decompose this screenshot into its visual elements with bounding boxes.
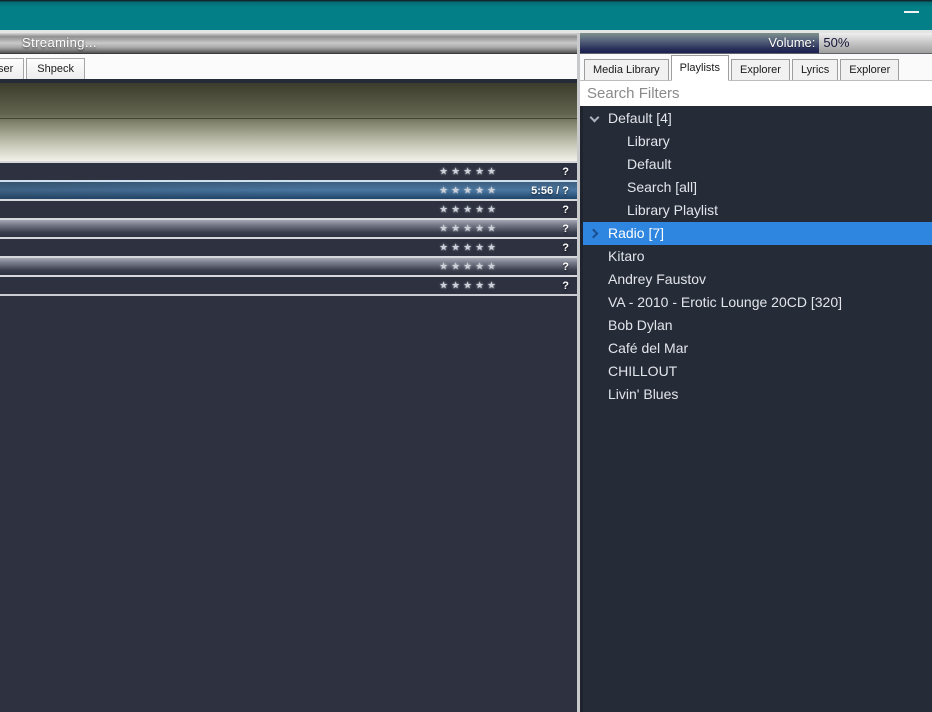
duration-label: ?: [562, 241, 569, 254]
star-rating[interactable]: ★★★★★: [439, 204, 499, 215]
minimize-icon[interactable]: [904, 11, 919, 13]
tree-item[interactable]: Default: [583, 153, 932, 176]
tree-item[interactable]: Bob Dylan: [583, 314, 932, 337]
tree-item[interactable]: Default [4]: [583, 107, 932, 130]
star-rating[interactable]: ★★★★★: [439, 223, 499, 234]
streaming-status-bar[interactable]: Streaming...: [0, 33, 577, 54]
star-rating[interactable]: ★★★★★: [439, 185, 499, 196]
tab-label: Media Library: [593, 64, 660, 76]
duration-label: ?: [562, 260, 569, 273]
tree-item[interactable]: Kitaro: [583, 245, 932, 268]
tree-item[interactable]: Library Playlist: [583, 199, 932, 222]
right-panel-tab[interactable]: Lyrics: [791, 59, 839, 80]
tree-item[interactable]: Library: [583, 130, 932, 153]
tab-label: Playlists: [679, 62, 720, 74]
playlist-group-header: [0, 83, 577, 161]
volume-slider[interactable]: Volume: 50%: [580, 33, 932, 54]
volume-label: Volume:: [768, 35, 816, 50]
tab-label: Explorer: [739, 64, 781, 76]
volume-value: 50%: [823, 35, 850, 50]
tab-label: ser: [0, 63, 14, 75]
tree-item-label: Radio [7]: [608, 225, 665, 241]
tree-item[interactable]: Search [all]: [583, 176, 932, 199]
tab-label: Explorer: [849, 64, 891, 76]
tree-item-label: Library Playlist: [627, 202, 719, 218]
playlist-row[interactable]: ★★★★★ ?: [0, 218, 577, 237]
star-rating[interactable]: ★★★★★: [439, 242, 499, 253]
playlist-row[interactable]: ★★★★★ ?: [0, 275, 577, 294]
tree-item[interactable]: Livin' Blues: [583, 383, 932, 406]
playlist-row[interactable]: ★★★★★ ?: [0, 256, 577, 275]
right-panel-tab[interactable]: Playlists: [670, 55, 729, 81]
group-header-divider: [0, 118, 577, 119]
tree-item-label: Andrey Faustov: [608, 271, 707, 287]
left-panel: Streaming... ser Shpeck ★★★★★ ? ★★★★★ 5:…: [0, 33, 577, 712]
tree-item[interactable]: Radio [7]: [583, 222, 932, 245]
playlist-row[interactable]: ★★★★★ ?: [0, 237, 577, 256]
tree-item[interactable]: CHILLOUT: [583, 360, 932, 383]
right-tab-bar: Media Library Playlists Explorer Lyrics …: [580, 54, 932, 81]
duration-label: ?: [562, 203, 569, 216]
streaming-status-text: Streaming...: [22, 35, 97, 50]
tree-item-label: Kitaro: [608, 248, 645, 264]
star-rating[interactable]: ★★★★★: [439, 166, 499, 177]
chevron-down-icon[interactable]: [589, 112, 600, 123]
star-rating[interactable]: ★★★★★: [439, 280, 499, 291]
playlist-rows: ★★★★★ ? ★★★★★ 5:56 / ? ★★★★★ ? ★★★★★ ? ★…: [0, 161, 577, 294]
tree-item[interactable]: Andrey Faustov: [583, 268, 932, 291]
left-panel-tab[interactable]: Shpeck: [26, 58, 85, 79]
playlist-row[interactable]: ★★★★★ ?: [0, 199, 577, 218]
left-tab-bar: ser Shpeck: [0, 54, 577, 83]
tree-item[interactable]: Café del Mar: [583, 337, 932, 360]
chevron-right-icon[interactable]: [588, 228, 599, 239]
right-panel-tab[interactable]: Explorer: [840, 59, 900, 80]
tree-item-label: Library: [627, 133, 670, 149]
tree-item[interactable]: VA - 2010 - Erotic Lounge 20CD [320]: [583, 291, 932, 314]
duration-label: ?: [562, 165, 569, 178]
tree-item-label: Default: [627, 156, 672, 172]
playlist-row[interactable]: ★★★★★ 5:56 / ?: [0, 180, 577, 199]
duration-label: 5:56 / ?: [531, 184, 569, 197]
tree-item-label: CHILLOUT: [608, 363, 678, 379]
right-panel-tab[interactable]: Media Library: [584, 59, 669, 80]
tree-item-label: Livin' Blues: [608, 386, 679, 402]
search-filters-row: [580, 81, 932, 106]
right-panel: Volume: 50% Media Library Playlists Expl…: [580, 33, 932, 712]
star-rating[interactable]: ★★★★★: [439, 261, 499, 272]
playlists-tree: Default [4] Library Default Search [all]…: [580, 106, 932, 712]
tree-item-label: Café del Mar: [608, 340, 689, 356]
tree-item-label: Search [all]: [627, 179, 698, 195]
title-bar[interactable]: [0, 0, 932, 30]
duration-label: ?: [562, 279, 569, 292]
left-panel-tab[interactable]: ser: [0, 58, 25, 79]
tab-label: Lyrics: [800, 64, 830, 76]
app-window: Streaming... ser Shpeck ★★★★★ ? ★★★★★ 5:…: [0, 0, 932, 712]
right-panel-tab[interactable]: Explorer: [730, 59, 790, 80]
search-filters-input[interactable]: [580, 85, 932, 102]
tab-label: Shpeck: [37, 63, 74, 75]
tree-item-label: VA - 2010 - Erotic Lounge 20CD [320]: [608, 294, 842, 310]
duration-label: ?: [562, 222, 569, 235]
playlist-row[interactable]: ★★★★★ ?: [0, 161, 577, 180]
tree-item-label: Bob Dylan: [608, 317, 673, 333]
playlist-empty-area: [0, 294, 577, 712]
tree-item-label: Default [4]: [608, 110, 672, 126]
